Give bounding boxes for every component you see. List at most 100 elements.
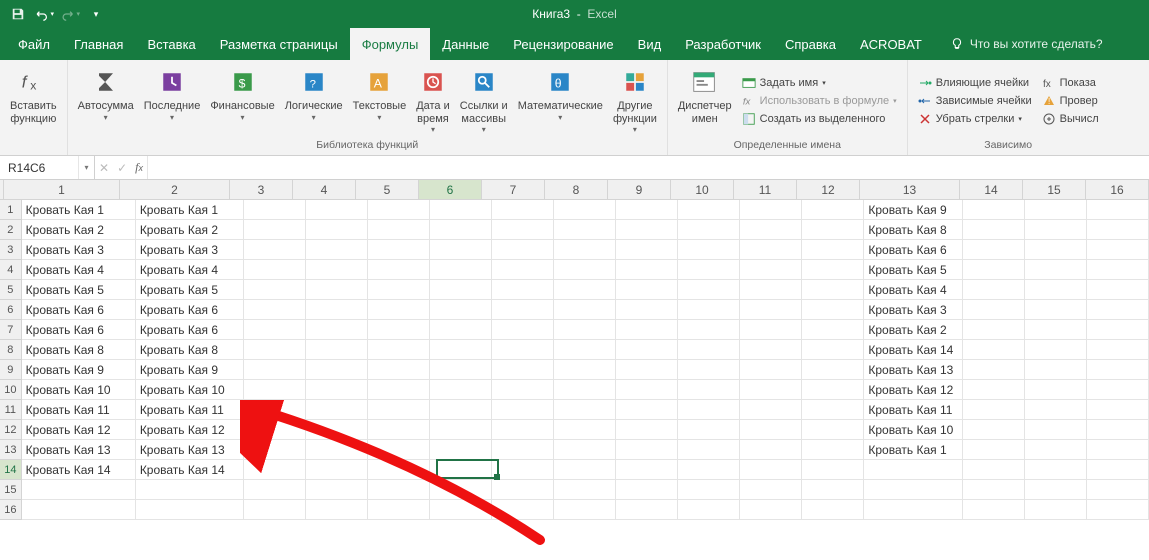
cell[interactable] (802, 360, 864, 380)
cell[interactable] (1025, 380, 1087, 400)
tab-разметка страницы[interactable]: Разметка страницы (208, 28, 350, 60)
cell[interactable] (1025, 360, 1087, 380)
cell[interactable] (678, 460, 740, 480)
cell[interactable] (492, 240, 554, 260)
cell[interactable] (1025, 500, 1087, 520)
cell[interactable] (963, 420, 1025, 440)
cell[interactable] (1087, 340, 1149, 360)
cell[interactable] (554, 380, 616, 400)
cell[interactable] (802, 460, 864, 480)
column-header[interactable]: 3 (230, 180, 293, 199)
cell[interactable] (678, 340, 740, 360)
cell[interactable] (306, 440, 368, 460)
eval-button[interactable]: Вычисл (1042, 111, 1099, 127)
tell-me[interactable]: Что вы хотите сделать? (950, 28, 1103, 60)
cell[interactable] (368, 480, 430, 500)
cell[interactable] (554, 200, 616, 220)
cell[interactable] (244, 220, 306, 240)
column-header[interactable]: 6 (419, 180, 482, 199)
logical-button[interactable]: ?Логические▾ (281, 64, 347, 130)
cell[interactable] (492, 460, 554, 480)
tab-файл[interactable]: Файл (6, 28, 62, 60)
cell[interactable] (244, 320, 306, 340)
cell[interactable]: Кровать Кая 3 (864, 300, 962, 320)
cell[interactable] (430, 240, 492, 260)
cell[interactable] (1025, 420, 1087, 440)
column-header[interactable]: 12 (797, 180, 860, 199)
cell[interactable]: Кровать Кая 2 (864, 320, 962, 340)
cell[interactable] (368, 300, 430, 320)
cell[interactable] (678, 220, 740, 240)
cell[interactable] (963, 340, 1025, 360)
cell[interactable] (1025, 200, 1087, 220)
cell[interactable] (306, 500, 368, 520)
cell[interactable] (244, 380, 306, 400)
cell[interactable] (368, 340, 430, 360)
cell[interactable] (554, 220, 616, 240)
cell[interactable] (492, 340, 554, 360)
cell[interactable] (554, 340, 616, 360)
cell[interactable] (678, 300, 740, 320)
cell[interactable]: Кровать Кая 6 (136, 320, 244, 340)
column-header[interactable]: 8 (545, 180, 608, 199)
cell[interactable] (368, 220, 430, 240)
cell[interactable] (554, 300, 616, 320)
cell[interactable] (963, 460, 1025, 480)
cell[interactable]: Кровать Кая 4 (136, 260, 244, 280)
cell[interactable] (492, 220, 554, 240)
cell[interactable] (430, 300, 492, 320)
cell[interactable] (740, 380, 802, 400)
cell[interactable] (492, 360, 554, 380)
cell[interactable] (864, 500, 962, 520)
math-button[interactable]: θМатематические▾ (514, 64, 607, 130)
cell[interactable] (1025, 220, 1087, 240)
cell[interactable] (430, 400, 492, 420)
cell[interactable] (430, 420, 492, 440)
cell[interactable] (1087, 460, 1149, 480)
cell[interactable] (963, 320, 1025, 340)
cell[interactable] (616, 260, 678, 280)
cell[interactable] (616, 480, 678, 500)
cell[interactable] (740, 460, 802, 480)
column-header[interactable]: 4 (293, 180, 356, 199)
cell[interactable] (740, 480, 802, 500)
tab-рецензирование[interactable]: Рецензирование (501, 28, 625, 60)
cell[interactable] (740, 260, 802, 280)
row-header[interactable]: 11 (0, 400, 22, 420)
cell[interactable] (1025, 460, 1087, 480)
cell[interactable] (1087, 220, 1149, 240)
cell[interactable] (616, 440, 678, 460)
cell[interactable] (306, 280, 368, 300)
datetime-button[interactable]: Дата ивремя▾ (412, 64, 454, 136)
cell[interactable] (554, 360, 616, 380)
cell[interactable] (802, 500, 864, 520)
cell[interactable] (678, 280, 740, 300)
row-header[interactable]: 12 (0, 420, 22, 440)
cell[interactable] (306, 380, 368, 400)
cell[interactable] (963, 280, 1025, 300)
cell[interactable] (554, 240, 616, 260)
cell[interactable] (963, 500, 1025, 520)
cell[interactable] (368, 360, 430, 380)
cell[interactable] (306, 260, 368, 280)
create-button[interactable]: Создать из выделенного (742, 111, 897, 127)
cell[interactable] (864, 460, 962, 480)
cell[interactable] (554, 400, 616, 420)
cell[interactable] (616, 240, 678, 260)
cell[interactable] (244, 240, 306, 260)
cell[interactable]: Кровать Кая 5 (136, 280, 244, 300)
cell[interactable] (368, 420, 430, 440)
cell[interactable] (244, 280, 306, 300)
cell[interactable] (802, 420, 864, 440)
cell[interactable] (368, 460, 430, 480)
column-header[interactable]: 2 (120, 180, 230, 199)
cell[interactable] (1025, 280, 1087, 300)
cell[interactable] (368, 320, 430, 340)
cell[interactable]: Кровать Кая 13 (136, 440, 244, 460)
cell[interactable] (1087, 360, 1149, 380)
cell[interactable] (963, 480, 1025, 500)
column-header[interactable]: 13 (860, 180, 960, 199)
spreadsheet-grid[interactable]: 12345678910111213141516 1Кровать Кая 1Кр… (0, 180, 1149, 520)
insert-function-button[interactable]: fx Вставитьфункцию (6, 64, 61, 130)
cell[interactable] (1025, 320, 1087, 340)
